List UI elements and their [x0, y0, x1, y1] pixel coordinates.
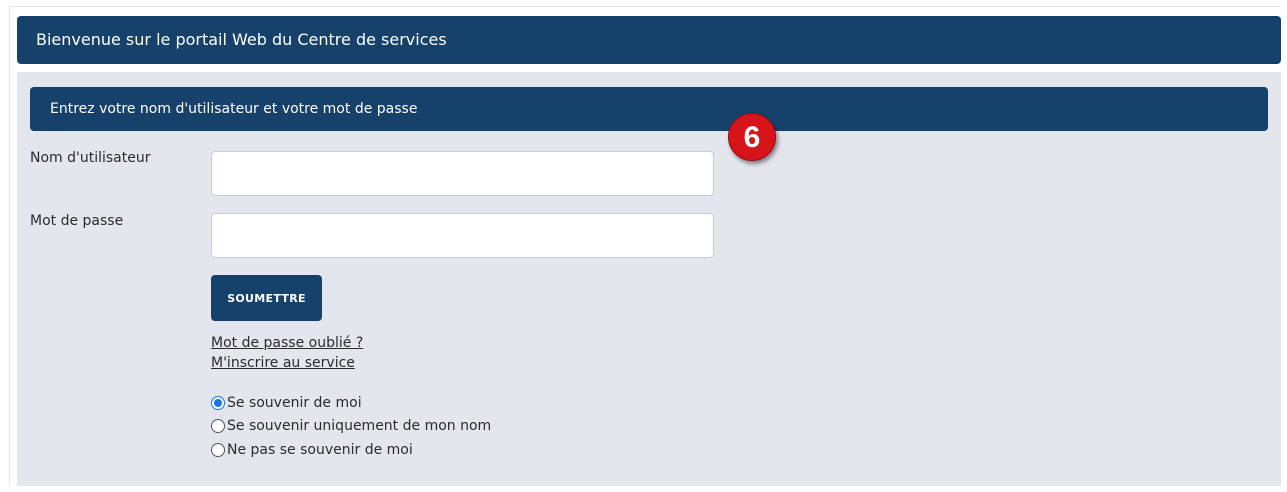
frame-top-border	[9, 6, 1280, 7]
welcome-title: Bienvenue sur le portail Web du Centre d…	[36, 30, 447, 49]
remember-name-only-label: Se souvenir uniquement de mon nom	[227, 418, 492, 434]
remember-me-option[interactable]: Se souvenir de moi	[211, 393, 362, 413]
do-not-remember-label: Ne pas se souvenir de moi	[227, 442, 413, 458]
username-label: Nom d'utilisateur	[30, 150, 151, 166]
radio-do-not-remember[interactable]	[211, 443, 225, 457]
forgot-password-link[interactable]: Mot de passe oublié ?	[211, 335, 363, 351]
register-link[interactable]: M'inscrire au service	[211, 355, 355, 371]
username-input[interactable]	[211, 151, 714, 196]
do-not-remember-option[interactable]: Ne pas se souvenir de moi	[211, 440, 413, 460]
password-label: Mot de passe	[30, 213, 124, 229]
submit-button[interactable]: SOUMETTRE	[211, 275, 322, 321]
remember-name-only-option[interactable]: Se souvenir uniquement de mon nom	[211, 416, 491, 436]
login-panel-title: Entrez votre nom d'utilisateur et votre …	[50, 101, 418, 117]
login-panel-header: Entrez votre nom d'utilisateur et votre …	[30, 87, 1268, 131]
step-number-badge: 6	[728, 113, 776, 161]
radio-remember-name-only[interactable]	[211, 419, 225, 433]
frame-left-border	[9, 6, 10, 486]
welcome-banner: Bienvenue sur le portail Web du Centre d…	[17, 16, 1281, 64]
password-input[interactable]	[211, 213, 714, 258]
remember-me-label: Se souvenir de moi	[227, 395, 362, 411]
radio-remember-me[interactable]	[211, 396, 225, 410]
login-panel: Entrez votre nom d'utilisateur et votre …	[17, 72, 1281, 486]
